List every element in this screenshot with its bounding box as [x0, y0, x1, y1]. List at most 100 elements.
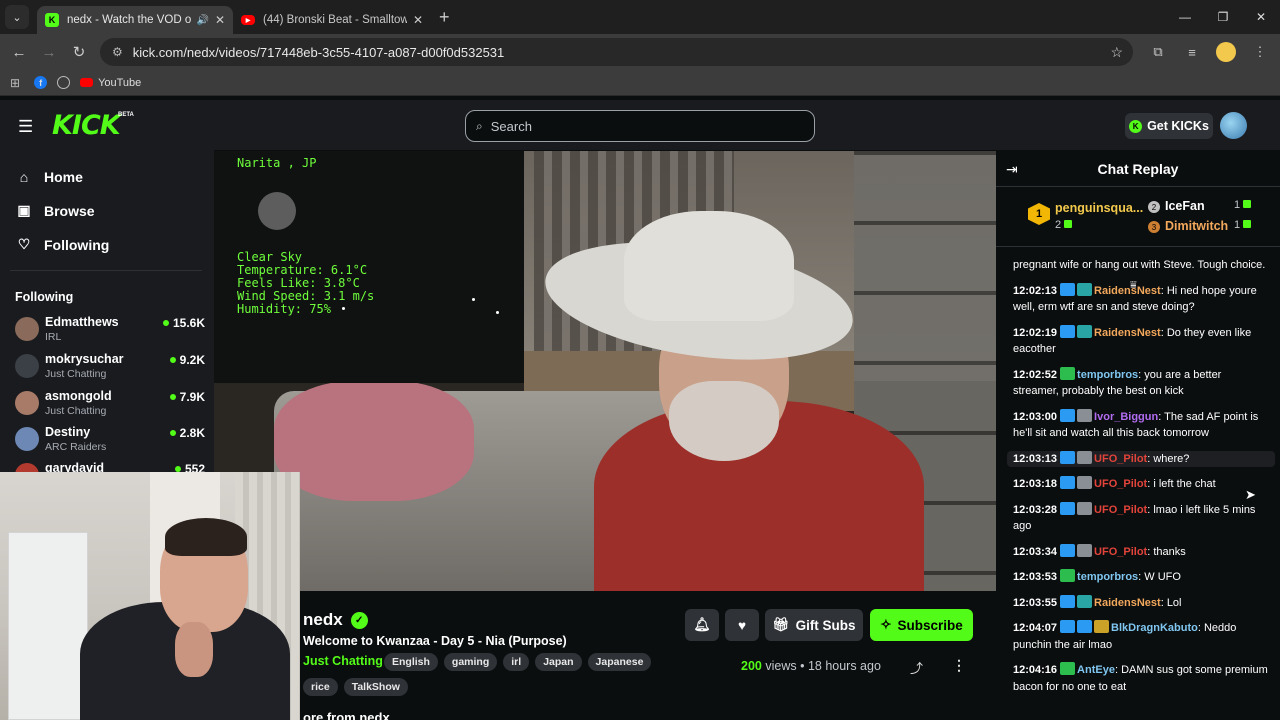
- chat-username[interactable]: UFO_Pilot: [1094, 453, 1147, 465]
- webcam-fridge: [8, 532, 88, 720]
- video-person-beard: [669, 381, 779, 461]
- chat-badge-icon: [1060, 569, 1076, 582]
- tag[interactable]: Japanese: [587, 653, 652, 671]
- chat-username[interactable]: BlkDragnKabuto: [1111, 622, 1198, 634]
- close-tab-icon[interactable]: ✕: [215, 13, 225, 27]
- chat-username[interactable]: AntEye: [1077, 664, 1115, 676]
- chat-username[interactable]: temporbros: [1077, 369, 1138, 381]
- youtube-favicon: ▶: [241, 15, 255, 25]
- tab-youtube[interactable]: ▶ (44) Bronski Beat - Smalltown Boy ✕: [233, 6, 431, 34]
- site-info-icon[interactable]: ⚙: [112, 45, 123, 59]
- close-window-icon[interactable]: ✕: [1242, 0, 1280, 34]
- sparkle-icon: ✧: [880, 617, 892, 632]
- verified-icon: ✓: [350, 611, 368, 629]
- channel-category: Just Chatting: [45, 368, 107, 380]
- reload-icon[interactable]: ↻: [64, 43, 94, 61]
- follow-heart-button[interactable]: ♥: [725, 609, 759, 641]
- leader-name[interactable]: Dimitwitch: [1165, 219, 1228, 233]
- chat-username[interactable]: UFO_Pilot: [1094, 478, 1147, 490]
- media-control-icon[interactable]: ≡: [1182, 42, 1202, 62]
- sidebar-item-home[interactable]: ⌂ Home: [16, 169, 83, 185]
- followed-channel[interactable]: mokrysuchar Just Chatting 9.2K: [15, 352, 205, 386]
- channel-name: mokrysuchar: [45, 352, 124, 366]
- more-options-icon[interactable]: ⋮: [952, 657, 966, 674]
- tag[interactable]: Japan: [535, 653, 582, 671]
- chat-username[interactable]: RaidensNest: [1094, 327, 1161, 339]
- video-player[interactable]: Narita , JP Clear Sky Temperature: 6.1°C…: [214, 151, 996, 591]
- profile-icon[interactable]: [1216, 42, 1236, 62]
- chat-badge-icon: [1077, 476, 1093, 489]
- gift-subs-button[interactable]: 🎁︎ Gift Subs: [765, 609, 863, 641]
- tag[interactable]: rice: [303, 678, 338, 696]
- chat-timestamp: 12:02:13: [1013, 284, 1058, 297]
- new-tab-icon[interactable]: +: [439, 7, 450, 28]
- tag[interactable]: irl: [503, 653, 530, 671]
- restore-icon[interactable]: ❐: [1204, 0, 1242, 34]
- chat-badge-icon: [1060, 594, 1076, 608]
- url-field[interactable]: ⚙ kick.com/nedx/videos/717448eb-3c55-410…: [100, 38, 1133, 66]
- search-input[interactable]: ⌕ Search: [465, 110, 815, 142]
- menu-kebab-icon[interactable]: ⋮: [1250, 42, 1270, 62]
- stream-info: nedx ✓ Welcome to Kwanzaa - Day 5 - Nia …: [300, 591, 996, 720]
- chat-username[interactable]: temporbros: [1077, 571, 1138, 583]
- stream-title: Welcome to Kwanzaa - Day 5 - Nia (Purpos…: [303, 634, 567, 648]
- chat-badge-icon: [1060, 476, 1076, 489]
- followed-channel[interactable]: Destiny ARC Raiders 2.8K: [15, 425, 205, 459]
- chat-username[interactable]: UFO_Pilot: [1094, 504, 1147, 516]
- browser-tab-bar: ⌄ K nedx - Watch the VOD on Kick 🔊 ✕ ▶ (…: [0, 0, 1280, 34]
- share-icon[interactable]: ⤴: [910, 658, 923, 677]
- weather-overlay: Narita , JP Clear Sky Temperature: 6.1°C…: [214, 151, 524, 383]
- chat-username[interactable]: Ivor_Biggun: [1094, 411, 1158, 423]
- channel-category: Just Chatting: [45, 405, 107, 417]
- chat-message: 12:03:00 Ivor_Biggun: The sad AF point is…: [1013, 408, 1269, 442]
- followed-channel[interactable]: asmongold Just Chatting 7.9K: [15, 389, 205, 423]
- star-dot: [496, 311, 499, 314]
- tag-list: English gaming irl Japan Japanese: [384, 653, 652, 671]
- bookmark-globe[interactable]: [57, 76, 71, 89]
- subscribe-button[interactable]: ✧ Subscribe: [870, 609, 973, 641]
- sidebar-item-browse[interactable]: ▣ Browse: [16, 202, 94, 219]
- chat-badge-icon: [1060, 543, 1076, 557]
- tab-search-button[interactable]: ⌄: [5, 5, 29, 29]
- chat-badge-icon: [1077, 408, 1093, 422]
- sidebar-item-following[interactable]: ♡ Following: [16, 236, 110, 253]
- forward-icon[interactable]: →: [34, 44, 64, 61]
- user-avatar[interactable]: [1220, 112, 1247, 139]
- apps-grid-icon[interactable]: ⊞: [10, 76, 20, 90]
- tag[interactable]: gaming: [443, 653, 498, 671]
- leader-name[interactable]: IceFan: [1165, 199, 1205, 213]
- minimize-icon[interactable]: —: [1166, 0, 1204, 34]
- leader-name[interactable]: penguinsqua...: [1055, 201, 1143, 215]
- channel-name: Edmatthews: [45, 315, 119, 329]
- chat-text: thanks: [1153, 545, 1186, 558]
- viewer-count-text: 7.9K: [179, 390, 205, 404]
- streamer-name[interactable]: nedx ✓: [303, 610, 368, 630]
- close-tab-icon[interactable]: ✕: [413, 13, 423, 27]
- gift-leaderboard: 1 penguinsqua... 2 2 IceFan 1 3 Dimitwit…: [996, 189, 1280, 291]
- category-link[interactable]: Just Chatting: [303, 654, 383, 668]
- speaker-icon[interactable]: 🔊: [196, 15, 208, 26]
- get-kicks-label: Get KICKs: [1147, 119, 1209, 133]
- tag[interactable]: TalkShow: [343, 678, 408, 696]
- notification-bell-button[interactable]: 🔔︎: [685, 609, 719, 641]
- viewer-count: 15.6K: [162, 316, 205, 330]
- extensions-icon[interactable]: ⧉: [1148, 42, 1168, 62]
- back-icon[interactable]: ←: [4, 44, 34, 61]
- bookmark-youtube[interactable]: YouTube: [80, 77, 141, 89]
- bookmark-facebook[interactable]: f: [34, 76, 48, 89]
- tag[interactable]: English: [384, 653, 438, 671]
- kick-logo[interactable]: KICK: [52, 110, 121, 141]
- chat-username[interactable]: RaidensNest: [1094, 285, 1161, 297]
- bookmark-star-icon[interactable]: ☆: [1110, 44, 1123, 61]
- chat-text: Lol: [1166, 596, 1182, 609]
- bookmarks-bar: ⊞ f YouTube: [0, 70, 1280, 96]
- leader-count-text: 1: [1234, 199, 1241, 211]
- webcam-person-hand: [175, 622, 213, 677]
- followed-channel[interactable]: Edmatthews IRL 15.6K: [15, 315, 205, 349]
- get-kicks-button[interactable]: K Get KICKs: [1125, 113, 1213, 139]
- search-placeholder: Search: [490, 118, 532, 134]
- chat-username[interactable]: RaidensNest: [1094, 597, 1161, 609]
- menu-hamburger-icon[interactable]: ☰: [18, 117, 33, 137]
- tab-kick[interactable]: K nedx - Watch the VOD on Kick 🔊 ✕: [37, 6, 233, 34]
- chat-username[interactable]: UFO_Pilot: [1094, 546, 1147, 558]
